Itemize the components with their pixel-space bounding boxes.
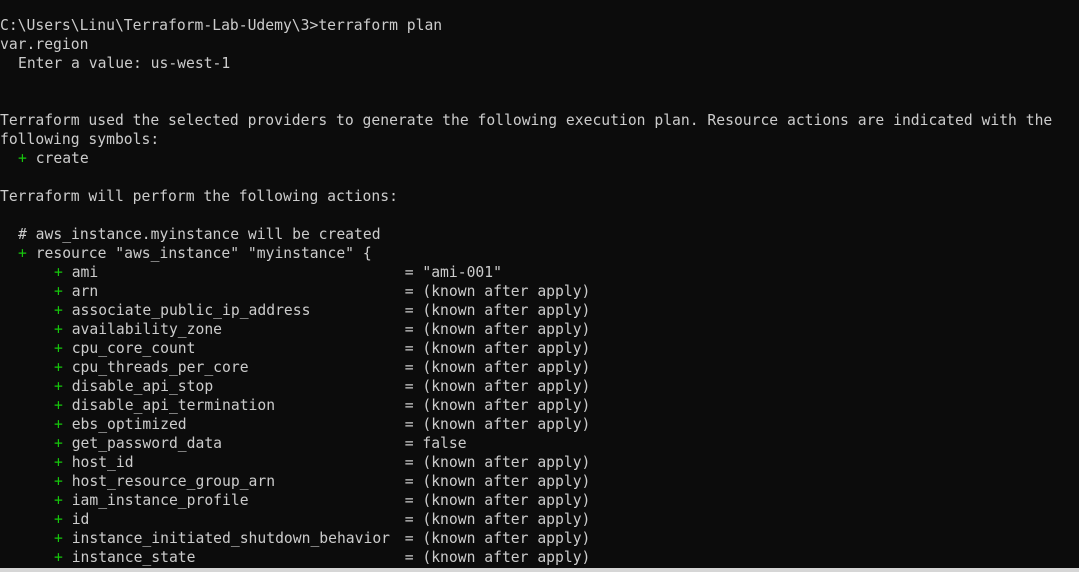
attribute-value: = "ami-001" bbox=[404, 264, 502, 281]
attribute-value: = (known after apply) bbox=[404, 511, 591, 528]
attribute-name: host_id bbox=[71, 454, 134, 471]
attribute-name: iam_instance_profile bbox=[71, 492, 249, 509]
attribute-name: cpu_threads_per_core bbox=[71, 359, 249, 376]
plus-symbol: + bbox=[18, 245, 27, 262]
attribute-value: = (known after apply) bbox=[404, 454, 591, 471]
plus-symbol: + bbox=[54, 530, 63, 547]
attribute-list: + ami = "ami-001" + arn = (known after appl… bbox=[0, 263, 1079, 567]
attribute-row: + cpu_threads_per_core = (known after app… bbox=[0, 358, 1079, 377]
attribute-name: get_password_data bbox=[71, 435, 223, 452]
attribute-name: instance_state bbox=[71, 549, 196, 566]
variable-name-line: var.region bbox=[0, 36, 89, 53]
plus-symbol: + bbox=[54, 492, 63, 509]
intro-text-line-2: following symbols: bbox=[0, 131, 160, 148]
terminal-window[interactable]: C:\Users\Linu\Terraform-Lab-Udemy\3>terr… bbox=[0, 0, 1079, 572]
attribute-value: = false bbox=[404, 435, 467, 452]
create-symbol-label: create bbox=[35, 150, 89, 167]
attribute-row: + id = (known after apply) bbox=[0, 510, 1079, 529]
attribute-value: = (known after apply) bbox=[404, 378, 591, 395]
attribute-row: + cpu_core_count = (known after apply) bbox=[0, 339, 1079, 358]
attribute-row: + get_password_data = false bbox=[0, 434, 1079, 453]
plus-symbol: + bbox=[54, 321, 63, 338]
attribute-name: ami bbox=[71, 264, 99, 281]
plus-symbol: + bbox=[54, 473, 63, 490]
attribute-row: + ebs_optimized = (known after apply) bbox=[0, 415, 1079, 434]
plus-symbol: + bbox=[54, 416, 63, 433]
plus-symbol: + bbox=[54, 549, 63, 566]
attribute-row: + iam_instance_profile = (known after app… bbox=[0, 491, 1079, 510]
attribute-row: + associate_public_ip_address = (known af… bbox=[0, 301, 1079, 320]
attribute-value: = (known after apply) bbox=[404, 340, 591, 357]
attribute-row: + availability_zone = (known after apply) bbox=[0, 320, 1079, 339]
attribute-name: associate_public_ip_address bbox=[71, 302, 311, 319]
attribute-name: id bbox=[71, 511, 90, 528]
plus-symbol: + bbox=[54, 302, 63, 319]
attribute-name: availability_zone bbox=[71, 321, 223, 338]
attribute-row: + disable_api_termination = (known after … bbox=[0, 396, 1079, 415]
attribute-row: + arn = (known after apply) bbox=[0, 282, 1079, 301]
attribute-value: = (known after apply) bbox=[404, 530, 591, 547]
intro-text-line-1: Terraform used the selected providers to… bbox=[0, 112, 1053, 129]
attribute-value: = (known after apply) bbox=[404, 549, 591, 566]
attribute-row: + ami = "ami-001" bbox=[0, 263, 1079, 282]
plus-symbol: + bbox=[54, 359, 63, 376]
attribute-row: + host_resource_group_arn = (known after … bbox=[0, 472, 1079, 491]
attribute-name: instance_initiated_shutdown_behavior bbox=[71, 530, 391, 547]
attribute-value: = (known after apply) bbox=[404, 359, 591, 376]
attribute-name: disable_api_stop bbox=[71, 378, 214, 395]
plus-symbol: + bbox=[54, 340, 63, 357]
attribute-row: + instance_initiated_shutdown_behavior = … bbox=[0, 529, 1079, 548]
resource-declaration-text: resource "aws_instance" "myinstance" { bbox=[35, 245, 372, 262]
resource-comment-line: # aws_instance.myinstance will be create… bbox=[18, 226, 381, 243]
plus-symbol: + bbox=[54, 264, 63, 281]
attribute-name: cpu_core_count bbox=[71, 340, 196, 357]
plus-symbol: + bbox=[54, 283, 63, 300]
plus-symbol: + bbox=[54, 435, 63, 452]
attribute-value: = (known after apply) bbox=[404, 283, 591, 300]
attribute-name: disable_api_termination bbox=[71, 397, 276, 414]
horizontal-scrollbar[interactable] bbox=[0, 568, 1079, 572]
perform-actions-line: Terraform will perform the following act… bbox=[0, 188, 398, 205]
plus-symbol: + bbox=[54, 511, 63, 528]
attribute-value: = (known after apply) bbox=[404, 492, 591, 509]
plus-symbol: + bbox=[18, 150, 27, 167]
command-prompt-line: C:\Users\Linu\Terraform-Lab-Udemy\3>terr… bbox=[0, 17, 443, 34]
resource-declaration-line: + resource "aws_instance" "myinstance" { bbox=[0, 244, 1079, 263]
attribute-row: + instance_state = (known after apply) bbox=[0, 548, 1079, 567]
attribute-name: host_resource_group_arn bbox=[71, 473, 276, 490]
attribute-value: = (known after apply) bbox=[404, 321, 591, 338]
attribute-value: = (known after apply) bbox=[404, 302, 591, 319]
attribute-row: + disable_api_stop = (known after apply) bbox=[0, 377, 1079, 396]
create-symbol-line: + create bbox=[0, 149, 1079, 168]
attribute-value: = (known after apply) bbox=[404, 397, 591, 414]
attribute-name: arn bbox=[71, 283, 99, 300]
attribute-value: = (known after apply) bbox=[404, 416, 591, 433]
plus-symbol: + bbox=[54, 378, 63, 395]
attribute-row: + host_id = (known after apply) bbox=[0, 453, 1079, 472]
attribute-value: = (known after apply) bbox=[404, 473, 591, 490]
plus-symbol: + bbox=[54, 397, 63, 414]
plus-symbol: + bbox=[54, 454, 63, 471]
attribute-name: ebs_optimized bbox=[71, 416, 187, 433]
enter-value-line: Enter a value: us-west-1 bbox=[18, 55, 231, 72]
